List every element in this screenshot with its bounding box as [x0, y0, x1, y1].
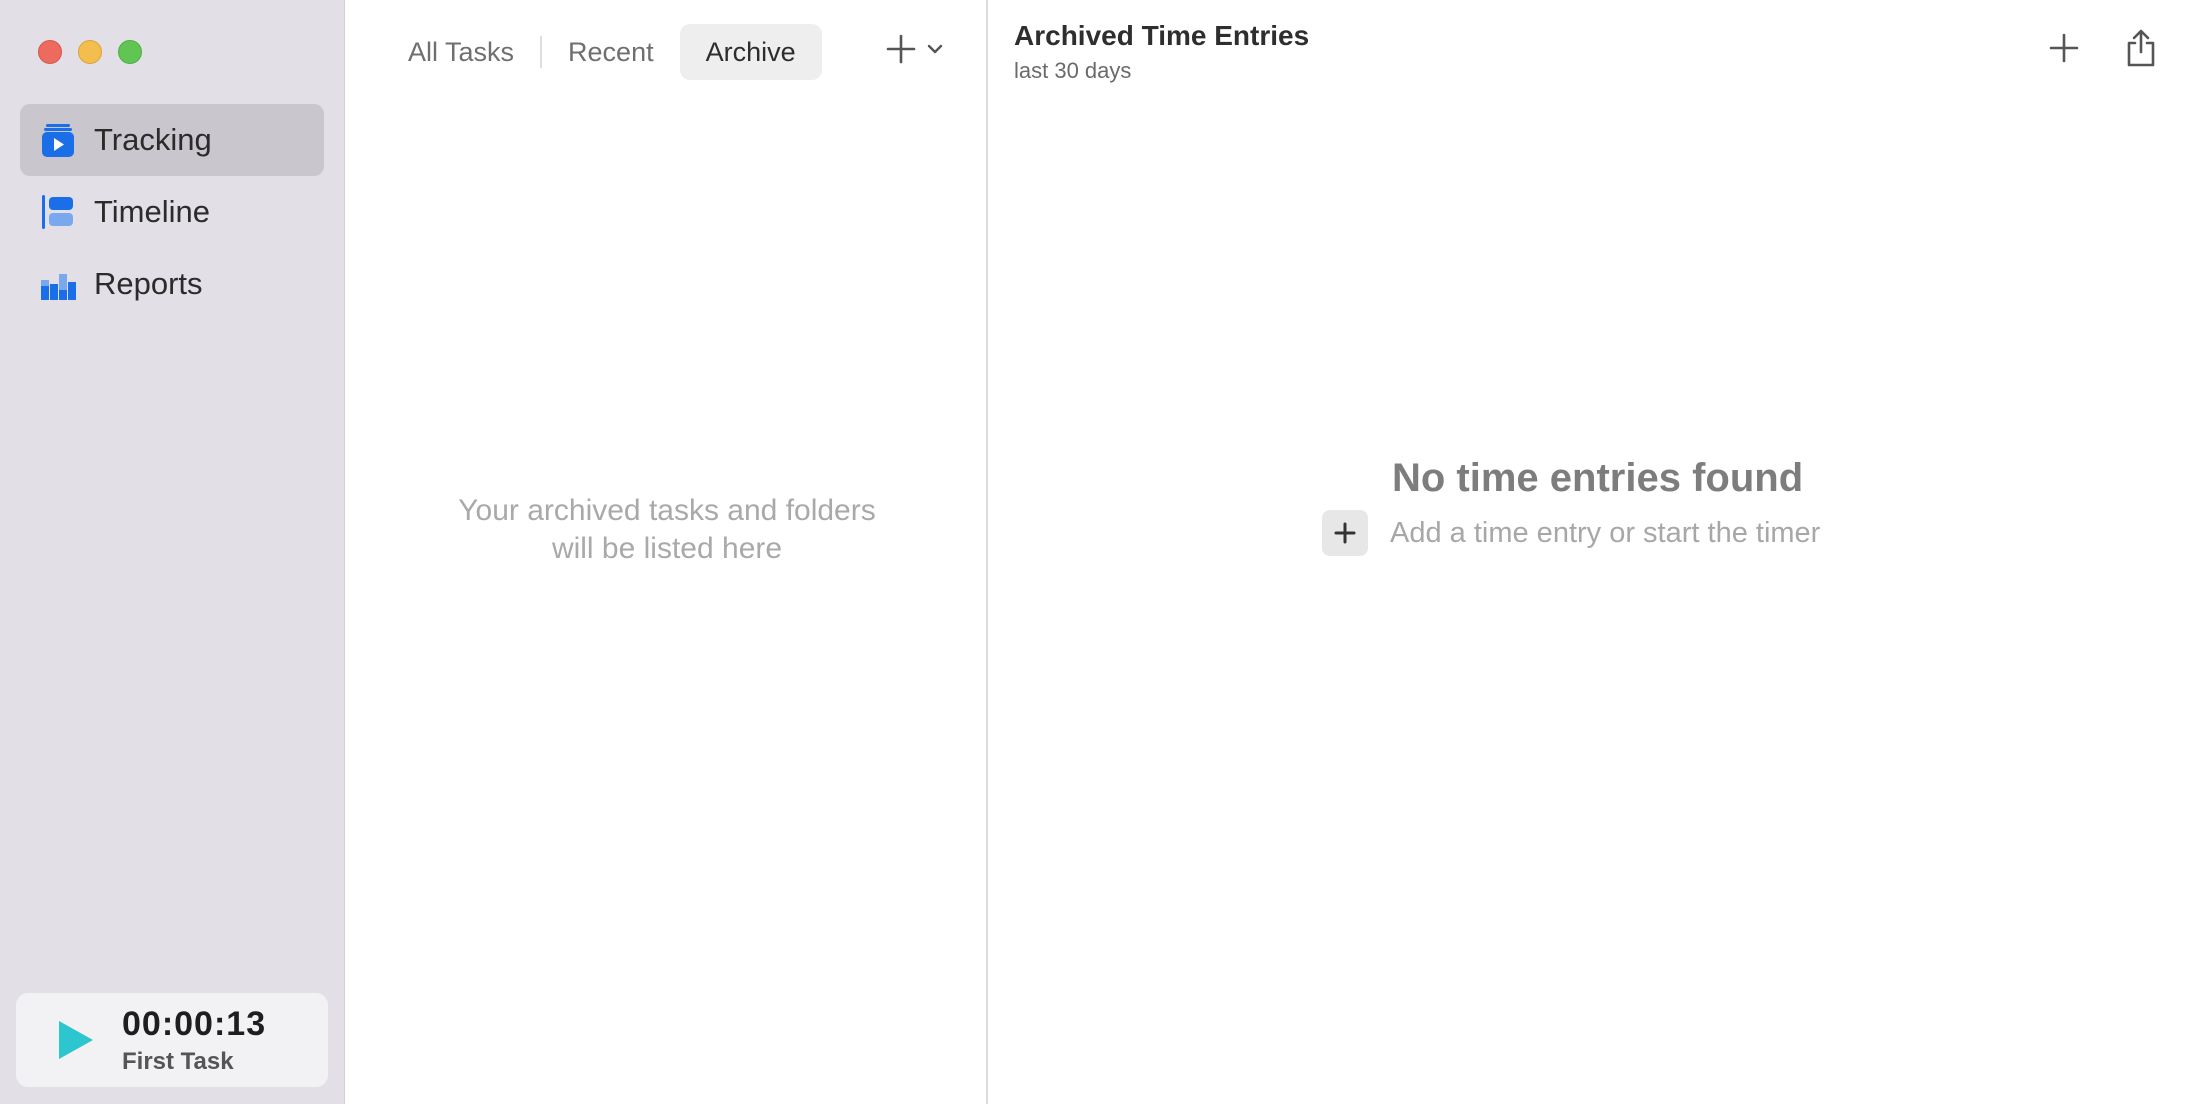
tab-all-tasks[interactable]: All Tasks [382, 24, 540, 80]
timer-task-name: First Task [122, 1047, 234, 1075]
chevron-down-icon [927, 44, 943, 54]
sidebar-item-reports[interactable]: Reports [20, 248, 324, 320]
app-window: Tracking Timeline Reports 00:00:13 First… [0, 0, 2188, 1104]
tab-recent[interactable]: Recent [542, 24, 680, 80]
sidebar-nav: Tracking Timeline Reports [20, 104, 324, 320]
close-window-button[interactable] [38, 40, 62, 64]
plus-icon [886, 34, 916, 64]
sidebar-item-label: Tracking [94, 122, 212, 157]
task-filter-tabs: All Tasks Recent Archive [382, 24, 822, 80]
empty-state-hint: Add a time entry or start the timer [1390, 516, 1821, 549]
plus-icon [1334, 522, 1356, 544]
time-entries-pane: Archived Time Entries last 30 days No ti… [988, 0, 2188, 1104]
minimize-window-button[interactable] [78, 40, 102, 64]
timeline-icon [42, 195, 73, 229]
empty-add-entry-button[interactable] [1322, 510, 1368, 556]
empty-message-line-2: will be listed here [551, 532, 783, 565]
share-icon[interactable] [2124, 28, 2158, 68]
timer-info: 00:00:13 First Task [122, 1005, 266, 1076]
play-icon[interactable] [56, 1018, 96, 1062]
running-timer-card[interactable]: 00:00:13 First Task [16, 993, 328, 1087]
empty-state-title: No time entries found [1392, 456, 1804, 500]
timer-elapsed: 00:00:13 [122, 1004, 267, 1043]
add-task-menu-button[interactable] [886, 34, 944, 64]
empty-message-line-1: Your archived tasks and folders [458, 494, 876, 527]
sidebar-item-tracking[interactable]: Tracking [20, 104, 324, 176]
page-subtitle: last 30 days [1014, 58, 1132, 83]
reports-icon [41, 274, 76, 300]
add-entry-button[interactable] [2048, 32, 2080, 64]
tracking-icon [42, 124, 74, 157]
tab-archive[interactable]: Archive [679, 24, 822, 80]
window-controls [38, 40, 142, 64]
sidebar-item-label: Reports [94, 266, 203, 301]
sidebar-item-label: Timeline [94, 194, 210, 229]
page-title: Archived Time Entries [1014, 20, 1310, 51]
empty-state-row: Add a time entry or start the timer [1322, 510, 1820, 556]
zoom-window-button[interactable] [118, 40, 142, 64]
detail-toolbar [2048, 28, 2158, 68]
task-list-pane: All Tasks Recent Archive Your archived t… [346, 0, 988, 1104]
archive-empty-message: Your archived tasks and folders will be … [346, 492, 988, 568]
sidebar-item-timeline[interactable]: Timeline [20, 176, 324, 248]
sidebar: Tracking Timeline Reports 00:00:13 First… [0, 0, 345, 1104]
